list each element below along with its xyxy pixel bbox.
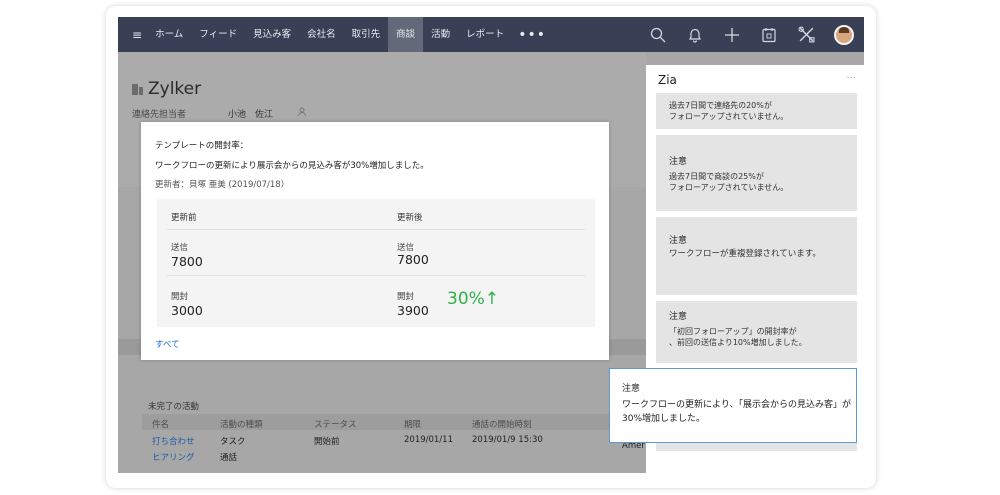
nav-home[interactable]: ホーム <box>147 17 191 52</box>
nav-deals[interactable]: 商談 <box>388 17 424 52</box>
template-open-rate-card: テンプレートの開封率： ワークフローの更新により展示会からの見込み客が30%増加… <box>141 122 609 360</box>
divider <box>167 229 585 230</box>
owner-name[interactable]: 小池 佐江 <box>228 107 273 120</box>
insight-tooltip: 注意 ワークフローの更新により、「展示会からの見込み客」が30%増加しました。 <box>609 368 857 443</box>
col-due-date: 期限 <box>404 420 422 430</box>
after-header: 更新後 <box>397 213 423 223</box>
comparison-panel: 更新前 更新後 送信 7800 送信 7800 開封 3000 開封 3900 … <box>157 199 595 327</box>
divider <box>167 275 585 276</box>
activity-due: 2019/01/11 <box>404 435 453 445</box>
top-nav: ≡ ホーム フィード 見込み客 会社名 取引先 商談 活動 レポート ••• <box>118 17 864 52</box>
calendar-icon[interactable] <box>760 26 778 44</box>
card-message: ワークフローの更新により展示会からの見込み客が30%増加しました。 <box>155 161 429 171</box>
zia-insight-card[interactable]: 注意 過去7日間で商談の25%が フォローアップされていません。 <box>656 135 857 211</box>
col-call-start: 通話の開始時刻 <box>472 420 532 430</box>
zia-title: Zia <box>658 73 677 87</box>
insight-heading: 注意 <box>669 157 688 167</box>
card-title: テンプレートの開封率： <box>155 141 249 151</box>
zia-insight-card[interactable] <box>656 443 857 451</box>
nav-reports[interactable]: レポート <box>458 17 512 52</box>
menu-icon[interactable]: ≡ <box>132 28 142 42</box>
nav-accounts[interactable]: 会社名 <box>299 17 344 52</box>
zia-more-icon[interactable]: ··· <box>846 73 856 84</box>
insight-text: 過去7日間で連絡先の20%が <box>669 101 772 110</box>
zia-insight-card[interactable]: 注意 「初回フォローアップ」の開封率が 、前回の送信より10%増加しました。 <box>656 301 857 363</box>
before-opened-value: 3000 <box>171 303 203 318</box>
table-row: 打ち合わせ タスク 開始前 2019/01/11 2019/01/9 15:30 <box>142 433 622 449</box>
zia-insight-card[interactable]: 注意 ワークフローが重複登録されています。 <box>656 217 857 295</box>
before-header: 更新前 <box>171 213 197 223</box>
before-opened-label: 開封 <box>171 292 189 302</box>
insight-heading: 注意 <box>669 312 688 322</box>
nav-feeds[interactable]: フィード <box>191 17 245 52</box>
card-updated-by: 更新者：貝塚 亜美 (2019/07/18） <box>155 180 290 190</box>
zia-insight-card[interactable]: 過去7日間で連絡先の20%が フォローアップされていません。 <box>656 93 857 129</box>
after-opened-value: 3900 <box>397 303 429 318</box>
record-title: Zylker <box>148 79 202 99</box>
table-row: ヒアリング 通話 <box>142 449 622 465</box>
bell-icon[interactable] <box>686 26 704 44</box>
insight-heading: 注意 <box>669 236 688 246</box>
more-modules-icon[interactable]: ••• <box>512 27 552 43</box>
insight-text: フォローアップされていません。 <box>669 183 789 192</box>
col-status: ステータス <box>314 420 357 430</box>
col-subject: 件名 <box>152 420 170 430</box>
search-icon[interactable] <box>649 26 667 44</box>
activity-type: 通話 <box>220 453 238 463</box>
col-activity-type: 活動の種類 <box>220 420 263 430</box>
tooltip-heading: 注意 <box>622 384 641 394</box>
setup-tools-icon[interactable] <box>797 26 815 44</box>
user-avatar[interactable] <box>834 24 854 45</box>
before-sent-value: 7800 <box>171 254 203 269</box>
nav-leads[interactable]: 見込み客 <box>245 17 299 52</box>
insight-text: 過去7日間で商談の25%が <box>669 172 764 181</box>
activity-call-start: 2019/01/9 15:30 <box>472 435 543 445</box>
nav-actions <box>649 17 854 52</box>
increase-indicator: 30%↑ <box>447 289 500 309</box>
tooltip-text: ワークフローの更新により、「展示会からの見込み客」が30%増加しました。 <box>622 400 851 424</box>
nav-activities[interactable]: 活動 <box>423 17 458 52</box>
insight-text: 「初回フォローアップ」の開封率が <box>669 327 797 336</box>
after-sent-value: 7800 <box>397 252 429 267</box>
insight-text: フォローアップされていません。 <box>669 112 789 121</box>
activity-subject[interactable]: ヒアリング <box>152 451 195 463</box>
activities-title: 未完了の活動 <box>148 402 200 412</box>
after-opened-label: 開封 <box>397 292 415 302</box>
user-icon[interactable] <box>298 107 308 120</box>
building-icon <box>132 82 143 95</box>
before-sent-label: 送信 <box>171 243 189 253</box>
insight-text: 、前回の送信より10%増加しました。 <box>669 338 807 347</box>
activity-status: 開始前 <box>314 437 340 447</box>
insight-text: ワークフローが重複登録されています。 <box>669 249 821 259</box>
view-all-link[interactable]: すべて <box>155 338 180 350</box>
owner-label: 連絡先担当者 <box>132 110 187 120</box>
activities-header-row <box>142 414 622 430</box>
activity-type: タスク <box>220 437 246 447</box>
activity-subject[interactable]: 打ち合わせ <box>152 435 195 447</box>
add-icon[interactable] <box>723 26 741 44</box>
nav-contacts[interactable]: 取引先 <box>344 17 389 52</box>
